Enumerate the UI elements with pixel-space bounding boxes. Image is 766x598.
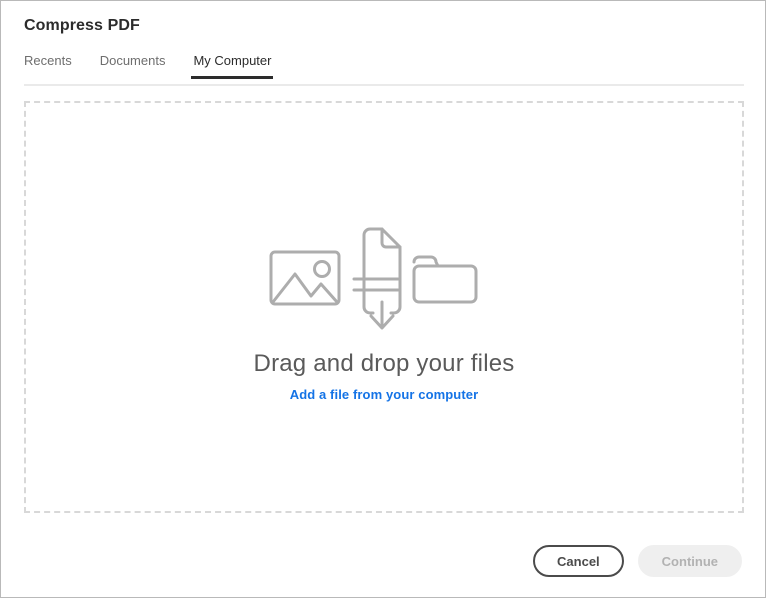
continue-button[interactable]: Continue	[637, 545, 742, 577]
tab-my-computer-label: My Computer	[193, 53, 272, 68]
tab-documents-label: Documents	[99, 53, 166, 68]
compress-pdf-dialog: Compress PDF Recents Documents My Comput…	[0, 0, 766, 598]
cancel-button[interactable]: Cancel	[533, 545, 624, 577]
tab-bar: Recents Documents My Computer	[24, 53, 274, 79]
add-file-link[interactable]: Add a file from your computer	[290, 387, 479, 402]
tab-recents[interactable]: Recents	[24, 53, 72, 79]
tab-my-computer[interactable]: My Computer	[191, 53, 274, 79]
document-download-icon	[337, 220, 427, 337]
tab-documents[interactable]: Documents	[100, 53, 166, 79]
file-dropzone[interactable]: Drag and drop your files Add a file from…	[24, 101, 744, 513]
image-icon	[269, 250, 341, 311]
tab-recents-label: Recents	[24, 53, 72, 68]
dialog-footer: Cancel Continue	[533, 545, 742, 577]
dropzone-icon-group	[269, 213, 499, 333]
dropzone-heading: Drag and drop your files	[253, 349, 515, 377]
page-title: Compress PDF	[24, 17, 140, 34]
tab-bar-divider	[24, 84, 744, 86]
